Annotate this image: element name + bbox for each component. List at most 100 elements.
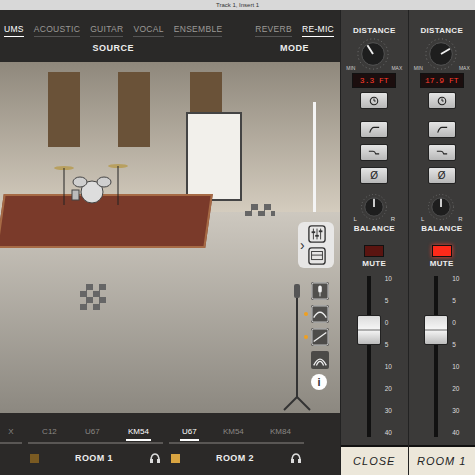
mic-stand-icon <box>282 282 312 412</box>
fader-groove <box>434 276 438 437</box>
distance-knob[interactable] <box>356 37 390 71</box>
gobo <box>186 112 242 201</box>
mic-option[interactable]: KM54 <box>126 427 151 441</box>
scale-tick: 10 <box>385 364 392 371</box>
scale-tick: 10 <box>452 364 459 371</box>
mixer-icon[interactable] <box>308 225 326 243</box>
balance-right-label: R <box>391 216 395 222</box>
min-label: MIN <box>414 65 423 71</box>
source-tab[interactable]: ENSEMBLE <box>174 24 223 37</box>
distance-label: DISTANCE <box>353 26 396 35</box>
mic-option[interactable]: U67 <box>180 427 199 441</box>
mute-button[interactable] <box>432 245 452 257</box>
clock-icon <box>436 96 448 106</box>
headphone-icon[interactable] <box>149 453 161 463</box>
mic-option[interactable]: U67 <box>83 427 102 441</box>
scale-tick: 5 <box>385 342 392 349</box>
channel-strip: DISTANCEMINMAX17.9 FTØLRBALANCEMUTE10505… <box>408 10 475 475</box>
drum-kit-icon <box>52 160 132 210</box>
room-view[interactable]: ›i <box>0 62 340 413</box>
distance-readout: 17.9 FT <box>420 73 464 88</box>
slope-icon <box>311 328 329 346</box>
source-label: SOURCE <box>92 43 134 53</box>
scale-tick: 30 <box>452 408 459 415</box>
mic-option[interactable]: C12 <box>40 427 59 441</box>
room-tool[interactable] <box>304 328 329 346</box>
source-tab[interactable]: ACOUSTIC <box>34 24 80 37</box>
source-tab[interactable]: GUITAR <box>90 24 123 37</box>
scale-tick: 5 <box>452 298 459 305</box>
balance-knob[interactable] <box>359 192 389 222</box>
mic-option[interactable]: X <box>6 427 15 441</box>
lowpass-button[interactable] <box>428 144 456 161</box>
distance-knob[interactable] <box>424 37 458 71</box>
fader-scale: 1050510203040 <box>452 276 459 437</box>
tool-dot <box>304 358 308 362</box>
headphone-icon[interactable] <box>290 453 302 463</box>
fader-cap[interactable] <box>424 315 448 345</box>
balance-left-label: L <box>421 216 424 222</box>
fader-cap[interactable] <box>357 315 381 345</box>
fader: 1050510203040 <box>409 270 475 443</box>
channel-name[interactable]: ROOM 1 <box>409 445 475 475</box>
scale-tick: 30 <box>385 408 392 415</box>
mic-range <box>169 442 304 444</box>
floor-marker <box>245 204 275 216</box>
scale-tick: 20 <box>385 386 392 393</box>
group-color <box>171 454 180 463</box>
title-bar: Track 1, Insert 1 <box>0 0 475 10</box>
room-icon[interactable] <box>308 247 326 265</box>
scale-tick: 0 <box>385 320 392 327</box>
mic-range <box>28 442 163 444</box>
balance-knob[interactable] <box>426 192 456 222</box>
room-slider[interactable] <box>313 102 316 212</box>
tool-dot <box>304 312 308 316</box>
distance-readout: 3.3 FT <box>352 73 396 88</box>
phase-button[interactable]: Ø <box>360 167 388 184</box>
room-tool[interactable] <box>304 282 329 300</box>
mode-tab[interactable]: REVERB <box>255 24 292 37</box>
scale-tick: 0 <box>452 320 459 327</box>
highpass-button[interactable] <box>360 121 388 138</box>
lowpass-button[interactable] <box>360 144 388 161</box>
source-group: UMS ACOUSTIC GUITAR VOCAL ENSEMBLE SOURCE <box>4 24 222 62</box>
source-tab[interactable]: UMS <box>4 24 24 37</box>
highpass-icon <box>368 125 380 135</box>
mic-option[interactable]: KM84 <box>268 427 293 441</box>
arcs-icon <box>311 351 329 369</box>
room-tool[interactable] <box>304 305 329 323</box>
channel-strip: DISTANCEMINMAX3.3 FTØLRBALANCEMUTE105051… <box>340 10 408 475</box>
room-tool[interactable] <box>304 351 329 369</box>
balance-label: BALANCE <box>421 224 462 233</box>
plugin-window: Track 1, Insert 1 UMS ACOUSTIC GUITAR VOCAL E… <box>0 0 475 475</box>
min-label: MIN <box>346 65 355 71</box>
floor-marker <box>80 284 106 310</box>
shelf-icon <box>368 148 380 158</box>
delay-button[interactable] <box>360 92 388 109</box>
group-name: ROOM 1 <box>75 453 113 463</box>
expand-button[interactable]: › <box>300 237 308 253</box>
mode-tab[interactable]: RE-MIC <box>302 24 334 37</box>
scale-tick: 10 <box>452 276 459 283</box>
mute-button[interactable] <box>364 245 384 257</box>
rug <box>0 194 213 248</box>
info-button[interactable]: i <box>311 374 327 390</box>
source-tab[interactable]: VOCAL <box>133 24 163 37</box>
scale-tick: 40 <box>452 430 459 437</box>
curve-icon <box>311 305 329 323</box>
mic-group: C12 U67 KM54 ROOM 1 <box>28 427 163 463</box>
acoustic-panel <box>48 72 80 147</box>
delay-button[interactable] <box>428 92 456 109</box>
highpass-button[interactable] <box>428 121 456 138</box>
mic-bar: X C12 U67 KM54 ROOM 1 U67 KM54 KM84 ROOM 2 <box>0 413 340 475</box>
balance-left-label: L <box>353 216 356 222</box>
acoustic-panel <box>118 72 150 147</box>
mic-option[interactable]: KM54 <box>221 427 246 441</box>
highpass-icon <box>436 125 448 135</box>
scale-tick: 10 <box>385 276 392 283</box>
channel-name[interactable]: CLOSE <box>341 445 408 475</box>
scale-tick: 5 <box>385 298 392 305</box>
phase-button[interactable]: Ø <box>428 167 456 184</box>
fader-scale: 1050510203040 <box>385 276 392 437</box>
group-name: ROOM 2 <box>216 453 254 463</box>
